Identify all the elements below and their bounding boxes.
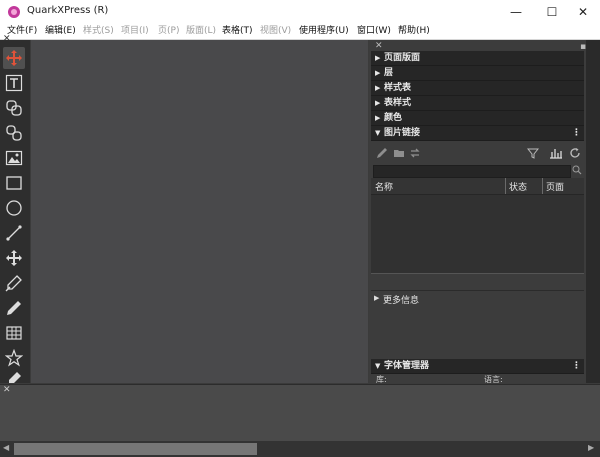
bezier-pen-tool[interactable] <box>3 272 25 294</box>
filter-icon[interactable] <box>527 147 539 159</box>
bottom-panel <box>0 384 600 442</box>
menu-utilities[interactable]: 使用程序(U) <box>299 25 349 37</box>
text-box-icon <box>5 74 23 92</box>
column-divider[interactable] <box>542 178 543 194</box>
collapse-triangle-icon: ▼ <box>375 362 381 370</box>
star-icon <box>5 349 23 367</box>
palette-colors[interactable]: ▶ 颜色 <box>371 111 584 126</box>
linking-tool[interactable] <box>3 97 25 119</box>
quarkxpress-logo-icon <box>8 6 20 18</box>
palette-style-sheets[interactable]: ▶ 样式表 <box>371 81 584 96</box>
circle-icon <box>6 200 22 216</box>
relink-icon[interactable] <box>409 147 421 159</box>
rectangle-icon <box>6 176 22 190</box>
four-way-arrow-icon <box>6 50 22 66</box>
column-name-header[interactable]: 名称 <box>375 180 393 193</box>
document-canvas[interactable] <box>31 40 368 383</box>
column-divider[interactable] <box>505 178 506 194</box>
arrows-icon <box>6 250 22 266</box>
picture-icon <box>5 150 23 166</box>
table-icon <box>6 326 22 340</box>
line-icon <box>6 225 22 241</box>
menu-style[interactable]: 样式(S) <box>83 25 114 37</box>
window-title: QuarkXPress (R) <box>27 5 109 16</box>
text-content-tool[interactable] <box>3 72 25 94</box>
title-bar: QuarkXPress (R) — ☐ ✕ <box>0 0 600 24</box>
maximize-button[interactable]: ☐ <box>535 0 569 24</box>
picture-content-tool[interactable] <box>3 147 25 169</box>
scroll-left-icon[interactable]: ◀ <box>3 443 9 452</box>
palette-dock-close-icon[interactable]: ✕ <box>375 41 383 51</box>
picture-links-table-header: 名称 状态 页面 <box>371 178 584 195</box>
bar-chart-icon[interactable] <box>549 147 563 159</box>
search-icon[interactable] <box>572 164 582 176</box>
expand-triangle-icon: ▶ <box>375 84 381 92</box>
vertical-scrollbar[interactable] <box>586 40 600 383</box>
expand-triangle-icon: ▶ <box>375 54 381 62</box>
scroll-right-icon[interactable]: ▶ <box>588 443 594 452</box>
menu-layout[interactable]: 版面(L) <box>186 25 216 37</box>
picture-links-toolbar <box>371 143 584 163</box>
eyedropper-icon <box>9 372 21 383</box>
horizontal-scroll-thumb[interactable] <box>14 443 257 455</box>
unlinking-tool[interactable] <box>3 122 25 144</box>
link-chain-icon <box>6 100 22 116</box>
rectangle-box-tool[interactable] <box>3 172 25 194</box>
pan-tool[interactable] <box>3 247 25 269</box>
minimize-button[interactable]: — <box>499 0 533 24</box>
divider <box>371 273 584 274</box>
menu-view[interactable]: 视图(V) <box>260 25 291 37</box>
bottom-panel-close-icon[interactable]: ✕ <box>3 385 11 395</box>
more-info-section[interactable]: ▶ 更多信息 <box>371 290 584 361</box>
palette-font-manager[interactable]: ▼ 字体管理器 ⋮ <box>371 359 584 374</box>
expand-triangle-icon: ▶ <box>375 69 381 77</box>
edit-pencil-icon[interactable] <box>376 147 388 159</box>
menu-page[interactable]: 页(P) <box>158 25 179 37</box>
starburst-tool[interactable] <box>3 347 25 369</box>
table-tool[interactable] <box>3 322 25 344</box>
close-button[interactable]: ✕ <box>566 0 600 24</box>
collapse-triangle-icon: ▼ <box>375 129 381 137</box>
expand-triangle-icon: ▶ <box>374 294 380 302</box>
palette-page-layout[interactable]: ▶ 页面版面 <box>371 51 584 66</box>
picture-links-table-body[interactable] <box>371 195 584 273</box>
palette-menu-icon[interactable]: ⋮ <box>572 126 581 140</box>
language-label: 语言: <box>484 375 503 383</box>
menu-bar: 文件(F) 编辑(E) 样式(S) 项目(I) 页(P) 版面(L) 表格(T)… <box>0 24 600 40</box>
column-page-header[interactable]: 页面 <box>546 180 564 193</box>
menu-window[interactable]: 窗口(W) <box>357 25 391 37</box>
library-label: 库: <box>376 375 387 383</box>
menu-help[interactable]: 帮助(H) <box>398 25 430 37</box>
refresh-icon[interactable] <box>569 147 581 159</box>
palette-picture-links[interactable]: ▼ 图片链接 ⋮ <box>371 126 584 141</box>
unlink-chain-icon <box>6 125 22 141</box>
menu-edit[interactable]: 编辑(E) <box>45 25 76 37</box>
eyedropper-tool[interactable] <box>3 368 25 383</box>
picture-links-search-input[interactable] <box>373 165 571 178</box>
font-manager-body: 库: 语言: <box>371 374 584 383</box>
pen-icon <box>5 275 22 292</box>
tools-close-icon[interactable]: ✕ <box>3 34 11 44</box>
column-status-header[interactable]: 状态 <box>509 180 527 193</box>
palette-menu-icon[interactable]: ⋮ <box>572 359 581 373</box>
palette-layers[interactable]: ▶ 层 <box>371 66 584 81</box>
palette-table-styles[interactable]: ▶ 表样式 <box>371 96 584 111</box>
expand-triangle-icon: ▶ <box>375 99 381 107</box>
pencil-icon <box>7 301 21 315</box>
oval-box-tool[interactable] <box>3 197 25 219</box>
menu-item[interactable]: 项目(I) <box>121 25 149 37</box>
move-tool[interactable] <box>3 47 25 69</box>
menu-file[interactable]: 文件(F) <box>7 25 37 37</box>
expand-triangle-icon: ▶ <box>375 114 381 122</box>
open-folder-icon[interactable] <box>393 147 405 159</box>
freehand-tool[interactable] <box>3 297 25 319</box>
line-tool[interactable] <box>3 222 25 244</box>
menu-table[interactable]: 表格(T) <box>222 25 253 37</box>
